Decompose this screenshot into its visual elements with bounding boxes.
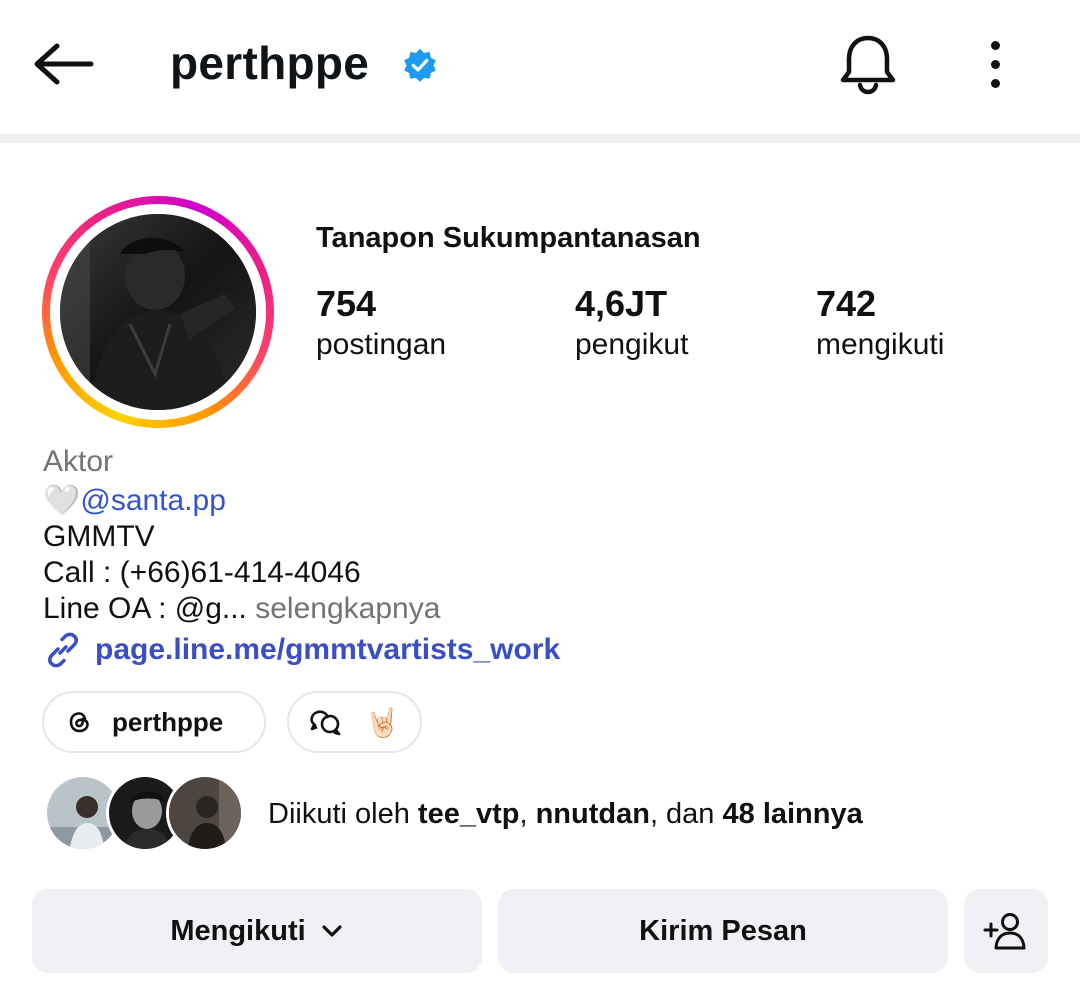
profile-username: perthppe (170, 37, 370, 89)
more-options-button[interactable] (970, 34, 1020, 94)
bio-category: Aktor (43, 445, 114, 478)
send-message-button[interactable]: Kirim Pesan (498, 889, 948, 973)
bio-line: GMMTV (43, 520, 155, 553)
mutual-follower-1[interactable]: tee_vtp (418, 798, 520, 830)
add-person-icon (983, 913, 1026, 950)
bio-mention-link[interactable]: @santa.pp (80, 484, 226, 517)
chat-bubbles-icon (310, 710, 341, 736)
threads-icon (69, 712, 89, 733)
chat-chip[interactable]: 🤘🏻 (287, 691, 422, 753)
followers-count[interactable]: 4,6JT (575, 283, 667, 325)
more-vertical-icon (990, 40, 1000, 50)
avatar[interactable] (60, 214, 256, 410)
bio-link[interactable]: page.line.me/gmmtvartists_work (43, 630, 560, 670)
following-label[interactable]: mengikuti (816, 328, 944, 362)
see-more-link[interactable]: selengkapnya (255, 592, 440, 625)
mutual-others[interactable]: 48 lainnya (723, 798, 863, 830)
bio-line-truncated: Line OA : @g... selengkapnya (43, 592, 441, 625)
chevron-down-icon (322, 925, 342, 937)
following-button-label: Mengikuti (170, 914, 306, 947)
rock-hand-emoji: 🤘🏻 (365, 706, 400, 738)
following-count[interactable]: 742 (816, 283, 876, 325)
bio-line: Call : (+66)61-414-4046 (43, 556, 361, 589)
link-icon (48, 632, 78, 668)
posts-count[interactable]: 754 (316, 283, 376, 325)
arrow-left-icon (34, 43, 94, 85)
full-name: Tanapon Sukumpantanasan (316, 222, 701, 254)
suggest-users-button[interactable] (964, 889, 1048, 973)
threads-handle: perthppe (112, 706, 224, 737)
followers-label[interactable]: pengikut (575, 328, 688, 362)
send-message-label: Kirim Pesan (639, 914, 807, 947)
following-button[interactable]: Mengikuti (32, 889, 482, 973)
threads-chip[interactable]: perthppe (42, 691, 266, 753)
followed-by-text[interactable]: Diikuti oleh tee_vtp, nnutdan, dan 48 la… (268, 798, 863, 831)
follower-avatar[interactable] (166, 774, 244, 852)
bell-icon[interactable] (836, 32, 900, 96)
bio-mention-line: 🤍@santa.pp (43, 483, 226, 519)
verified-badge-icon (404, 48, 436, 82)
bio-link-text[interactable]: page.line.me/gmmtvartists_work (95, 633, 560, 667)
top-bar (0, 0, 1080, 134)
header-divider (0, 134, 1080, 143)
posts-label[interactable]: postingan (316, 328, 446, 362)
heart-emoji: 🤍 (43, 484, 81, 517)
mutual-follower-2[interactable]: nnutdan (536, 798, 650, 830)
back-button[interactable] (30, 34, 98, 94)
